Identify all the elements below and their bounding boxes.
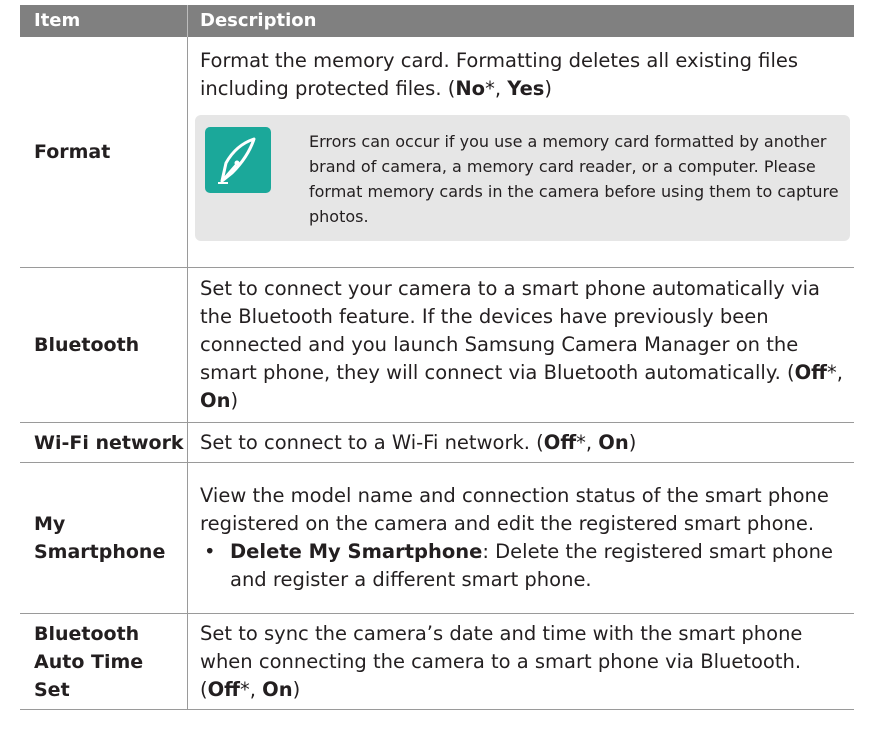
header-description: Description <box>200 10 317 31</box>
description-my-smartphone: View the model name and connection statu… <box>188 463 854 613</box>
header-item: Item <box>20 5 188 37</box>
description-format: Format the memory card. Formatting delet… <box>188 37 854 267</box>
table-row-format: Format Format the memory card. Formattin… <box>20 37 854 268</box>
note-box: Errors can occur if you use a memory car… <box>195 115 850 241</box>
pen-nib-icon <box>205 127 271 193</box>
description-bluetooth: Set to connect your camera to a smart ph… <box>200 277 843 412</box>
item-bluetooth-auto-time-set: Bluetooth Auto Time Set <box>20 614 188 709</box>
list-item: • Delete My Smartphone: Delete the regis… <box>204 540 833 591</box>
table-row-bluetooth: Bluetooth Set to connect your camera to … <box>20 268 854 423</box>
description-wifi: Set to connect to a Wi-Fi network. (Off*… <box>200 430 637 454</box>
item-format: Format <box>20 37 188 267</box>
item-my-smartphone: My Smartphone <box>20 463 188 613</box>
note-text: Errors can occur if you use a memory car… <box>309 132 839 226</box>
table-row-bluetooth-auto-time-set: Bluetooth Auto Time Set Set to sync the … <box>20 614 854 710</box>
table-row-wifi: Wi-Fi network Set to connect to a Wi-Fi … <box>20 423 854 463</box>
item-wifi: Wi-Fi network <box>20 423 188 462</box>
table-row-my-smartphone: My Smartphone View the model name and co… <box>20 463 854 614</box>
format-text: Format the memory card. Formatting delet… <box>200 49 799 100</box>
table-header: Item Description <box>20 5 854 37</box>
description-bluetooth-auto-time-set: Set to sync the camera’s date and time w… <box>200 621 803 701</box>
item-bluetooth: Bluetooth <box>20 268 188 422</box>
settings-table: Item Description Format Format the memor… <box>20 5 854 710</box>
